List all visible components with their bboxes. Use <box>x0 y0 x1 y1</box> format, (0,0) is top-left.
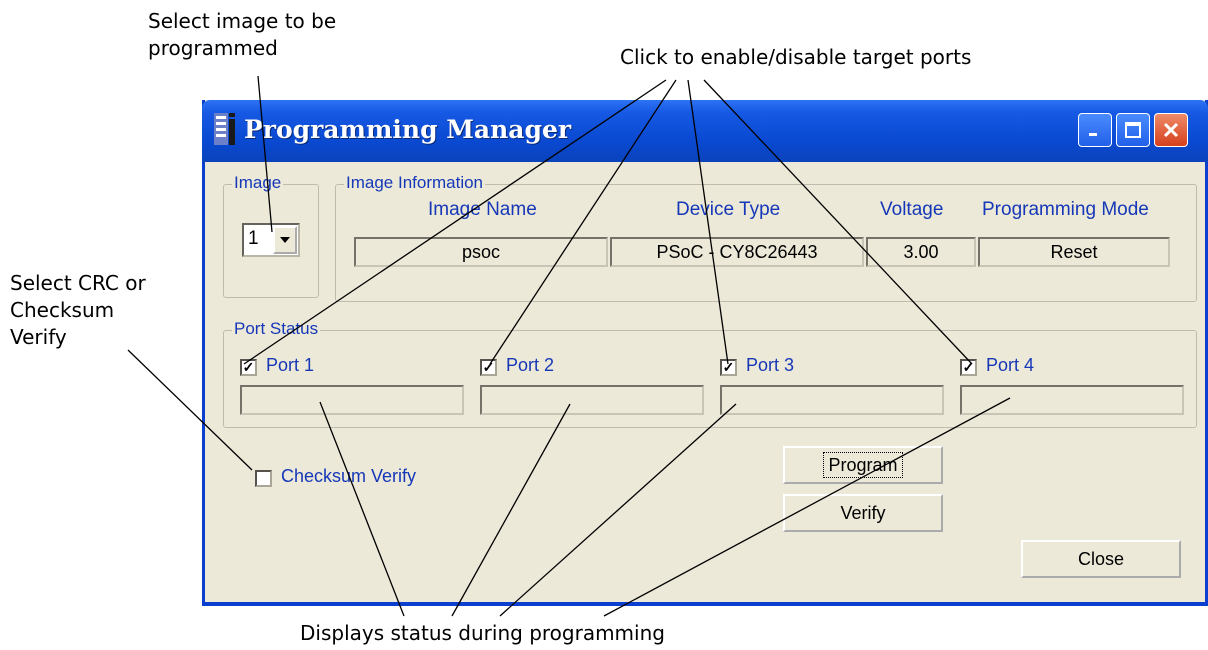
callout-enable-ports: Click to enable/disable target ports <box>620 45 972 69</box>
programming-manager-window: Programming Manager Image 1 Image Inform… <box>202 100 1208 606</box>
program-button-label: Program <box>823 452 903 478</box>
port-3-label: Port 3 <box>746 355 795 375</box>
checkbox-icon[interactable]: ✓ <box>240 359 257 376</box>
port-2-label: Port 2 <box>506 355 555 375</box>
app-icon <box>214 113 235 145</box>
programming-mode-field: Reset <box>978 237 1170 267</box>
chevron-down-icon <box>280 237 290 243</box>
checkbox-icon[interactable] <box>255 470 272 487</box>
image-information-group: Image Information Image Name Device Type… <box>335 173 1197 302</box>
minimize-icon <box>1089 133 1097 136</box>
close-window-button[interactable] <box>1154 113 1188 147</box>
callout-select-image: Select image to be programmed <box>148 9 337 60</box>
callout-status-display: Displays status during programming <box>300 621 665 645</box>
close-icon <box>1163 122 1179 138</box>
port-status-legend: Port Status <box>232 319 321 339</box>
image-information-legend: Image Information <box>344 173 486 193</box>
window-title: Programming Manager <box>244 115 572 144</box>
port-4-status <box>960 385 1184 415</box>
image-name-header: Image Name <box>428 199 537 220</box>
checkbox-icon[interactable]: ✓ <box>720 359 737 376</box>
port-status-group: Port Status ✓ Port 1 ✓ Port 2 ✓ Port 3 ✓… <box>223 319 1197 428</box>
checkbox-icon[interactable]: ✓ <box>480 359 497 376</box>
port-1-label: Port 1 <box>266 355 315 375</box>
voltage-header: Voltage <box>880 199 944 220</box>
minimize-button[interactable] <box>1078 113 1112 147</box>
verify-button[interactable]: Verify <box>783 494 943 532</box>
port-4-label: Port 4 <box>986 355 1035 375</box>
callout-crc-checksum: Select CRC or Checksum Verify <box>10 271 146 349</box>
image-group-legend: Image <box>232 173 284 193</box>
checkbox-icon[interactable]: ✓ <box>960 359 977 376</box>
port-2-status <box>480 385 704 415</box>
port-3-status <box>720 385 944 415</box>
close-button[interactable]: Close <box>1021 540 1181 578</box>
device-type-field: PSoC - CY8C26443 <box>610 237 864 267</box>
checksum-verify-label: Checksum Verify <box>281 466 417 486</box>
program-button[interactable]: Program <box>783 446 943 484</box>
image-select-value: 1 <box>248 228 259 249</box>
title-bar[interactable]: Programming Manager <box>202 100 1208 162</box>
dropdown-arrow-button[interactable] <box>273 226 297 254</box>
voltage-field: 3.00 <box>866 237 976 267</box>
image-group: Image 1 <box>223 173 319 298</box>
maximize-icon <box>1125 122 1141 138</box>
device-type-header: Device Type <box>676 199 781 220</box>
image-name-field: psoc <box>354 237 608 267</box>
port-1-status <box>240 385 464 415</box>
image-select[interactable]: 1 <box>242 223 300 257</box>
programming-mode-header: Programming Mode <box>982 199 1149 220</box>
maximize-button[interactable] <box>1116 113 1150 147</box>
